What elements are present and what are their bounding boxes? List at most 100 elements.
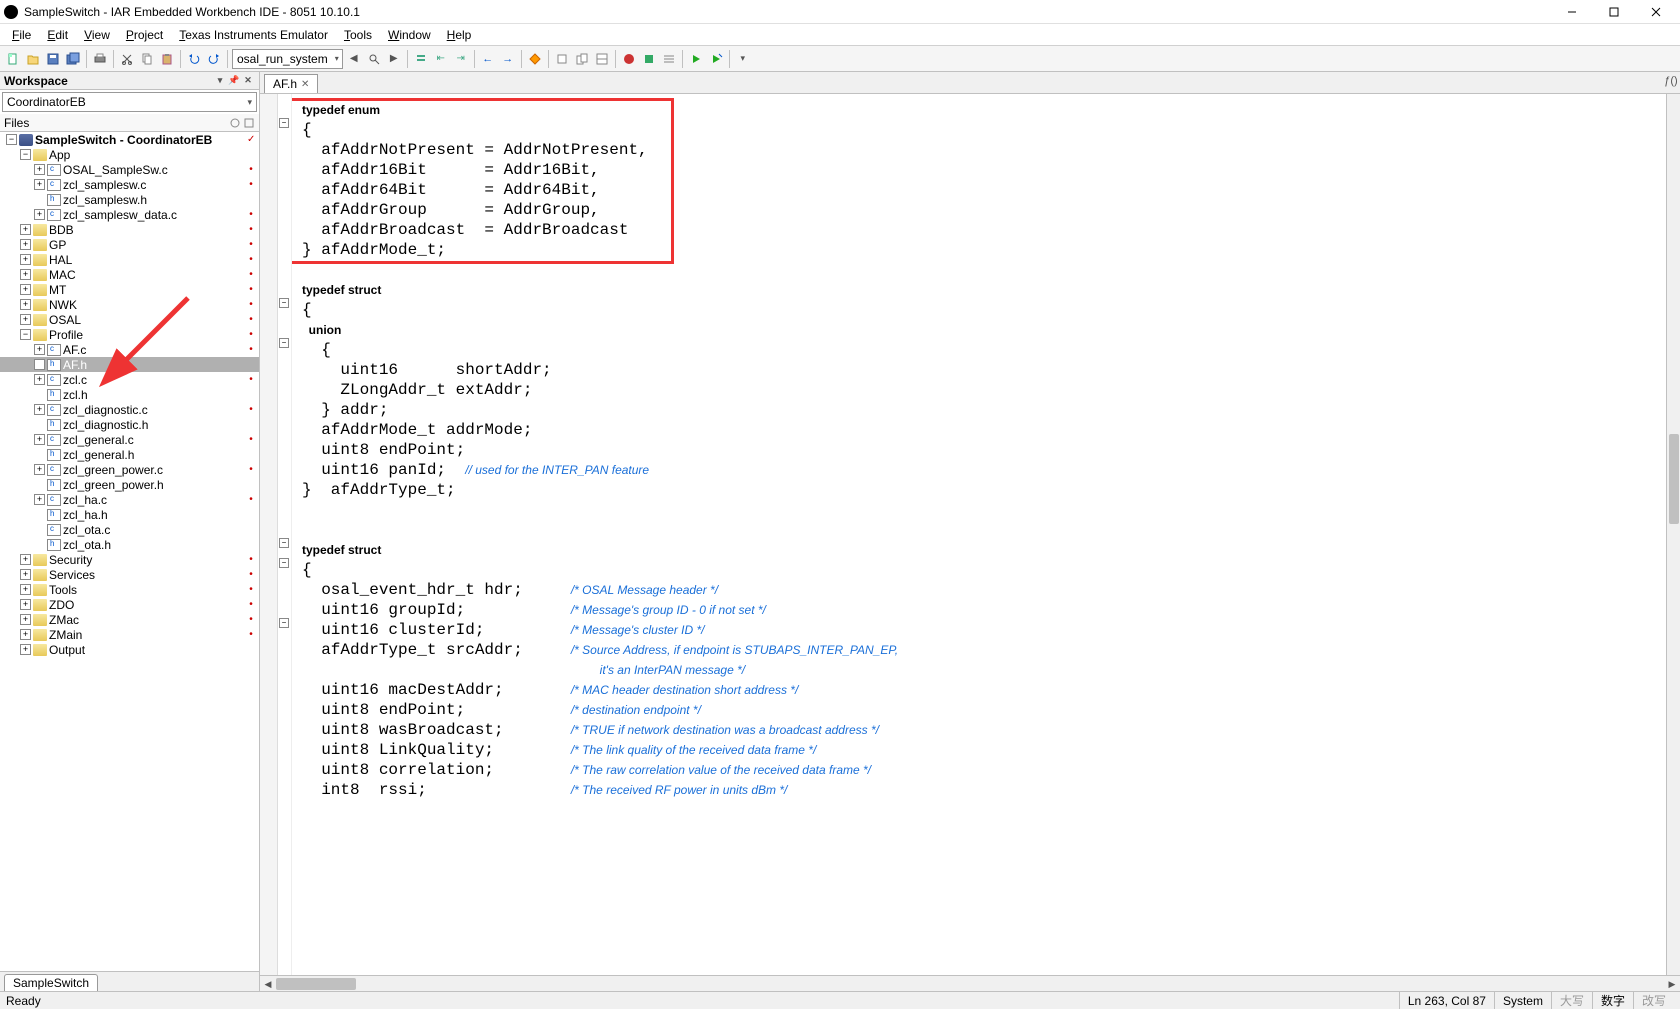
tree-node-mac[interactable]: +MAC• [0,267,259,282]
find-button[interactable] [365,50,383,68]
expand-icon[interactable]: + [20,269,31,280]
undo-button[interactable] [185,50,203,68]
save-button[interactable] [44,50,62,68]
scrollbar-thumb[interactable] [1669,434,1679,524]
expand-icon[interactable]: + [20,239,31,250]
expand-icon[interactable]: + [20,554,31,565]
tree-node-zdo[interactable]: +ZDO• [0,597,259,612]
stop-build-button[interactable] [620,50,638,68]
editor-tab-close-icon[interactable]: ✕ [301,79,309,90]
redo-button[interactable] [205,50,223,68]
fold-icon[interactable]: − [279,298,289,308]
expand-icon[interactable]: + [20,644,31,655]
cut-button[interactable] [118,50,136,68]
editor-vertical-scrollbar[interactable] [1666,94,1680,975]
overflow-button[interactable]: ▾ [734,50,752,68]
bookmark-toggle-button[interactable] [412,50,430,68]
workspace-pin-icon[interactable]: 📌 [227,74,241,88]
expand-icon[interactable]: + [20,284,31,295]
tree-node-af-c[interactable]: +AF.c• [0,342,259,357]
tree-node-hal[interactable]: +HAL• [0,252,259,267]
tree-node-zcl-ha-h[interactable]: zcl_ha.h [0,507,259,522]
expand-icon[interactable]: + [20,299,31,310]
workspace-close-icon[interactable]: ✕ [241,74,255,88]
breakpoint-button[interactable] [526,50,544,68]
expand-icon[interactable]: + [34,164,45,175]
rebuild-button[interactable] [593,50,611,68]
tree-node-tools[interactable]: +Tools• [0,582,259,597]
tool-config-button[interactable] [640,50,658,68]
workspace-tree[interactable]: −SampleSwitch - CoordinatorEB✓−App+OSAL_… [0,132,259,971]
make-button[interactable] [573,50,591,68]
tree-node-mt[interactable]: +MT• [0,282,259,297]
expand-icon[interactable]: + [34,179,45,190]
editor-tab-af-h[interactable]: AF.h ✕ [264,74,318,93]
tree-node-app[interactable]: −App [0,147,259,162]
editor-horizontal-scrollbar[interactable]: ◀ ▶ [260,975,1680,991]
tree-node-zcl-green-power-c[interactable]: +zcl_green_power.c• [0,462,259,477]
menu-edit[interactable]: Edit [39,26,76,44]
menu-view[interactable]: View [76,26,118,44]
open-button[interactable] [24,50,42,68]
editor-code[interactable]: typedef enum { afAddrNotPresent = AddrNo… [292,94,1666,975]
menu-project[interactable]: Project [118,26,171,44]
expand-icon[interactable]: + [20,614,31,625]
fold-icon[interactable]: − [279,618,289,628]
tree-node-zcl-samplesw-h[interactable]: zcl_samplesw.h [0,192,259,207]
tree-node-nwk[interactable]: +NWK• [0,297,259,312]
expand-icon[interactable]: + [20,314,31,325]
hscroll-thumb[interactable] [276,978,356,990]
fold-icon[interactable]: − [279,338,289,348]
expand-icon[interactable]: + [20,224,31,235]
tree-node-zcl-samplesw-data-c[interactable]: +zcl_samplesw_data.c• [0,207,259,222]
editor-fold-gutter[interactable]: −−−−−− [278,94,292,975]
expand-icon[interactable]: + [34,434,45,445]
tree-node-osal-samplesw-c[interactable]: +OSAL_SampleSw.c• [0,162,259,177]
tree-node-zcl-c[interactable]: +zcl.c• [0,372,259,387]
paste-button[interactable] [158,50,176,68]
collapse-icon[interactable]: − [20,329,31,340]
collapse-icon[interactable]: − [20,149,31,160]
close-button[interactable] [1636,1,1676,23]
compile-button[interactable] [553,50,571,68]
menu-help[interactable]: Help [439,26,480,44]
bookmark-next-button[interactable]: ⇥ [452,50,470,68]
tree-node-osal[interactable]: +OSAL• [0,312,259,327]
workspace-menu-icon[interactable]: ▾ [213,74,227,88]
expand-icon[interactable]: + [20,599,31,610]
expand-icon[interactable]: + [34,494,45,505]
bookmark-prev-button[interactable]: ⇤ [432,50,450,68]
tree-node-zmac[interactable]: +ZMac• [0,612,259,627]
tree-node-zcl-general-c[interactable]: +zcl_general.c• [0,432,259,447]
save-all-button[interactable] [64,50,82,68]
debug-no-download-button[interactable] [707,50,725,68]
collapse-icon[interactable]: − [6,134,17,145]
find-prev-button[interactable]: ◀ [345,50,363,68]
expand-icon[interactable]: + [20,254,31,265]
expand-icon[interactable]: + [34,209,45,220]
print-button[interactable] [91,50,109,68]
expand-icon[interactable]: + [34,404,45,415]
tree-node-gp[interactable]: +GP• [0,237,259,252]
hscroll-right-icon[interactable]: ▶ [1664,976,1680,992]
nav-forward-button[interactable]: → [499,50,517,68]
tree-node-zcl-samplesw-c[interactable]: +zcl_samplesw.c• [0,177,259,192]
tree-node-zcl-green-power-h[interactable]: zcl_green_power.h [0,477,259,492]
expand-icon[interactable]: + [34,344,45,355]
fold-icon[interactable]: − [279,538,289,548]
tree-node-profile[interactable]: −Profile• [0,327,259,342]
copy-button[interactable] [138,50,156,68]
workspace-config-combo[interactable]: CoordinatorEB [2,92,257,112]
expand-icon[interactable]: + [20,584,31,595]
new-file-button[interactable] [4,50,22,68]
tree-node-zcl-diagnostic-c[interactable]: +zcl_diagnostic.c• [0,402,259,417]
tree-node-af-h[interactable]: +AF.h [0,357,259,372]
search-combo[interactable]: osal_run_system [232,49,343,69]
tree-node-services[interactable]: +Services• [0,567,259,582]
hscroll-left-icon[interactable]: ◀ [260,976,276,992]
expand-icon[interactable]: + [20,629,31,640]
menu-file[interactable]: File [4,26,39,44]
maximize-button[interactable] [1594,1,1634,23]
nav-back-button[interactable]: ← [479,50,497,68]
tree-node-zcl-h[interactable]: zcl.h [0,387,259,402]
